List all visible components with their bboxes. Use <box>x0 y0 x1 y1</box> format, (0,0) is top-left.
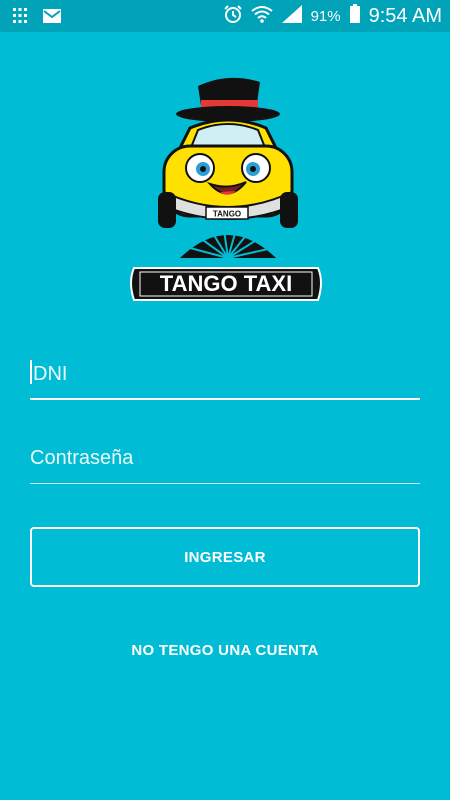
gmail-icon <box>42 8 62 29</box>
no-account-link[interactable]: NO TENGO UNA CUENTA <box>0 642 450 659</box>
login-button[interactable]: INGRESAR <box>30 527 420 587</box>
text-cursor <box>30 360 32 384</box>
wifi-icon <box>250 4 273 29</box>
license-plate: TANGO <box>213 210 241 219</box>
clock: 9:54 AM <box>368 5 442 27</box>
battery-icon <box>349 4 361 29</box>
dni-input[interactable]: DNI <box>30 360 420 402</box>
login-button-label: INGRESAR <box>184 548 266 566</box>
bandoneon-icon <box>180 229 276 259</box>
hat-icon <box>176 77 280 122</box>
alarm-icon <box>223 4 243 29</box>
brand-banner: TANGO TAXI <box>130 267 322 301</box>
battery-percent: 91% <box>310 8 341 25</box>
taxi-car-icon: TANGO <box>158 118 298 228</box>
tango-taxi-logo: TANGO TANGO TAXI <box>128 72 324 308</box>
apps-grid-icon <box>12 7 28 30</box>
dni-placeholder: DNI <box>33 363 68 385</box>
status-bar: 91% 9:54 AM <box>0 0 450 32</box>
password-underline <box>30 483 420 484</box>
password-placeholder: Contraseña <box>30 447 134 469</box>
signal-icon <box>281 4 303 29</box>
dni-underline <box>30 398 420 400</box>
brand-name: TANGO TAXI <box>160 271 292 296</box>
password-input[interactable]: Contraseña <box>30 447 420 487</box>
